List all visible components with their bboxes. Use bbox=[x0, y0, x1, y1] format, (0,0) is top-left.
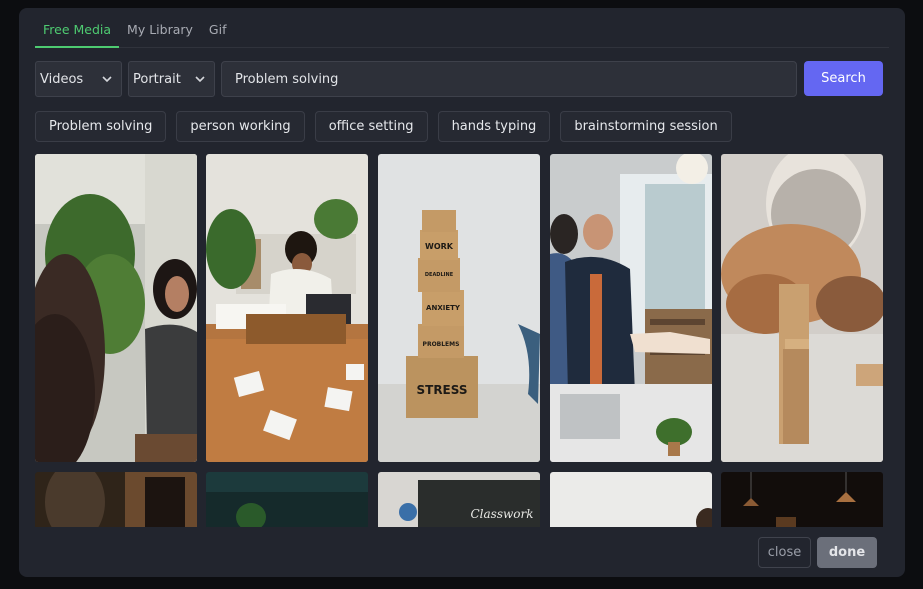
tab-gif[interactable]: Gif bbox=[201, 18, 235, 48]
woman-stressed-by-plant-image bbox=[35, 154, 197, 462]
search-button[interactable]: Search bbox=[804, 61, 883, 96]
video-thumbnail[interactable] bbox=[550, 154, 712, 462]
white-wall-video-image bbox=[550, 472, 712, 527]
stress-box-tower-image: STRESS PROBLEMS ANXIETY DEADLINE WORK bbox=[378, 154, 540, 462]
suggestion-chips: Problem solving person working office se… bbox=[35, 111, 732, 142]
box-label: ANXIETY bbox=[426, 304, 461, 312]
box-label: DEADLINE bbox=[425, 272, 454, 278]
dark-room-video-image bbox=[35, 472, 197, 527]
chevron-down-icon bbox=[102, 76, 112, 83]
done-button[interactable]: done bbox=[817, 537, 877, 568]
media-type-value: Videos bbox=[40, 71, 84, 87]
video-thumbnail[interactable]: STRESS PROBLEMS ANXIETY DEADLINE WORK bbox=[378, 154, 540, 462]
search-input-value: Problem solving bbox=[235, 71, 339, 87]
dark-pendant-lamps-image bbox=[721, 472, 883, 527]
orientation-value: Portrait bbox=[133, 71, 181, 87]
suggestion-chip[interactable]: office setting bbox=[314, 111, 428, 142]
video-thumbnail[interactable] bbox=[721, 472, 883, 527]
search-controls: Videos Portrait Problem solving Search bbox=[35, 61, 883, 97]
suggestion-chip[interactable]: brainstorming session bbox=[560, 111, 732, 142]
video-thumbnail[interactable]: Classwork bbox=[378, 472, 540, 527]
office-handshake-image bbox=[550, 154, 712, 462]
tab-free-media[interactable]: Free Media bbox=[35, 18, 120, 48]
suggestion-chip[interactable]: Problem solving bbox=[35, 111, 167, 142]
media-picker-modal: Free Media My Library Gif Videos Portrai… bbox=[19, 8, 905, 577]
video-thumbnail[interactable] bbox=[550, 472, 712, 527]
close-button[interactable]: close bbox=[758, 537, 811, 568]
box-label: WORK bbox=[425, 242, 454, 251]
wooden-blocks-domino-image bbox=[721, 154, 883, 462]
orientation-select[interactable]: Portrait bbox=[128, 61, 215, 97]
tab-my-library[interactable]: My Library bbox=[119, 18, 201, 48]
classwork-chalkboard-image: Classwork bbox=[378, 472, 540, 527]
woman-messy-desk-papers-image bbox=[206, 154, 368, 462]
teal-plant-video-image bbox=[206, 472, 368, 527]
video-thumbnail[interactable] bbox=[206, 154, 368, 462]
suggestion-chip[interactable]: hands typing bbox=[437, 111, 551, 142]
video-thumbnail[interactable] bbox=[35, 472, 197, 527]
box-label: PROBLEMS bbox=[423, 341, 460, 348]
box-label: STRESS bbox=[416, 383, 467, 397]
chevron-down-icon bbox=[195, 76, 205, 83]
suggestion-chip[interactable]: person working bbox=[176, 111, 305, 142]
media-tabs: Free Media My Library Gif bbox=[35, 18, 889, 48]
video-thumbnail[interactable] bbox=[721, 154, 883, 462]
search-input[interactable]: Problem solving bbox=[221, 61, 797, 97]
chalkboard-text: Classwork bbox=[471, 507, 534, 521]
media-type-select[interactable]: Videos bbox=[35, 61, 122, 97]
video-thumbnail[interactable] bbox=[206, 472, 368, 527]
media-results-grid: STRESS PROBLEMS ANXIETY DEADLINE WORK Cl… bbox=[35, 154, 884, 527]
video-thumbnail[interactable] bbox=[35, 154, 197, 462]
